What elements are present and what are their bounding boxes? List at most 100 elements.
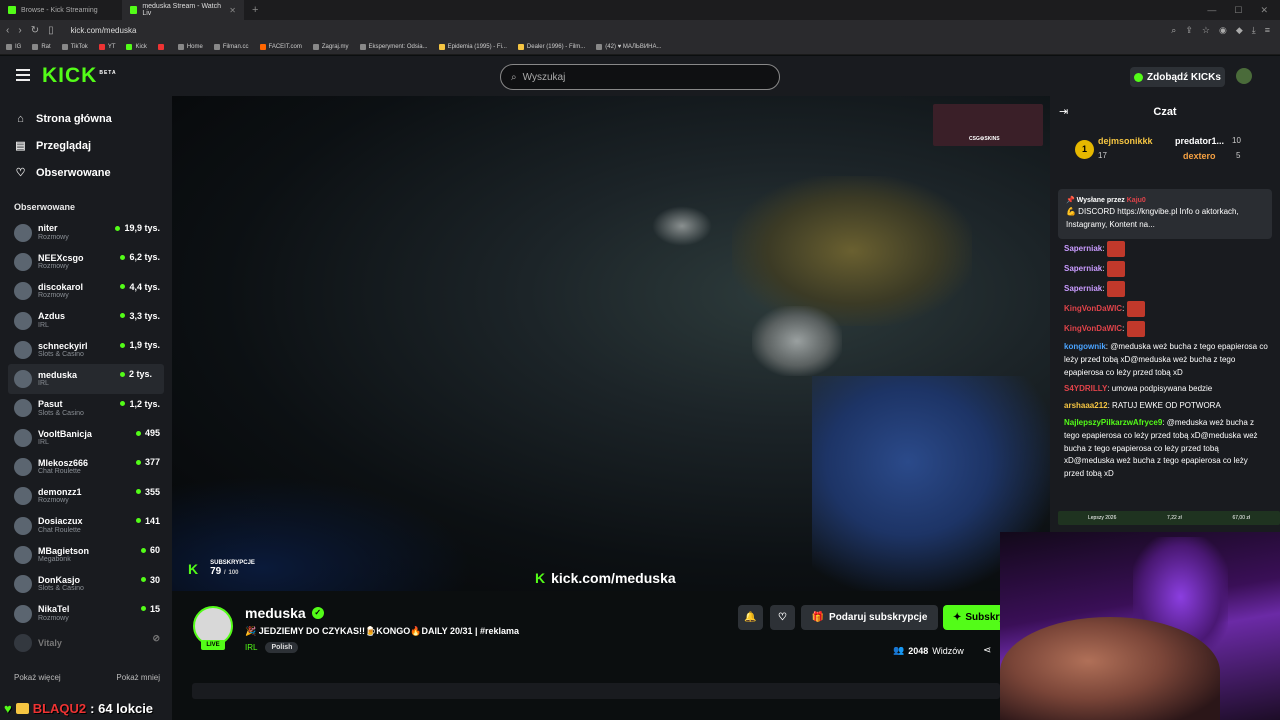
chat-username[interactable]: Saperniak [1064, 244, 1102, 253]
bookmark[interactable]: Eksperyment: Odsia... [359, 44, 428, 50]
back-icon[interactable]: ‹ [6, 25, 9, 36]
notifications-button[interactable]: 🔔 [738, 605, 763, 630]
bookmark[interactable]: IG [6, 44, 21, 50]
prediction-bar[interactable]: Lepszy 2026 7,22 zł 67,00 zł [1058, 511, 1280, 525]
download-icon[interactable]: ⤓ [1252, 25, 1256, 36]
bookmark[interactable]: Rat [32, 44, 51, 50]
sidebar-channel-item[interactable]: niter Rozmowy 19,9 tys. [0, 218, 172, 247]
close-tab-icon[interactable]: ✕ [229, 6, 236, 15]
bookmark[interactable]: Filman.cc [213, 44, 249, 50]
channel-avatar [14, 487, 32, 506]
leaderboard-user[interactable]: predator1... [1175, 136, 1224, 146]
sidebar-channel-item[interactable]: meduska IRL 2 tys. [8, 364, 164, 394]
url-field[interactable]: kick.com/meduska [71, 26, 137, 35]
video-player[interactable] [172, 96, 1050, 591]
browser-tab-active[interactable]: meduska Stream - Watch Liv ✕ [122, 0, 244, 20]
get-kicks-button[interactable]: Zdobądź KICKs [1130, 67, 1225, 87]
channel-viewers: 60 [140, 545, 160, 555]
forward-icon[interactable]: › [18, 25, 21, 36]
viewers-icon: 👥 [893, 645, 905, 655]
extension-icon[interactable]: ◆ [1236, 25, 1243, 36]
chat-username[interactable]: Saperniak [1064, 264, 1102, 273]
leaderboard-user[interactable]: dejmsonikkk [1098, 136, 1153, 146]
star-icon[interactable]: ☆ [1202, 25, 1210, 36]
nav-browse[interactable]: ▤ Przeglądaj [0, 132, 172, 159]
channel-name: schneckyirl [38, 340, 88, 351]
hamburger-menu-icon[interactable] [16, 69, 30, 81]
bookmark[interactable]: Zagraj.my [312, 44, 349, 50]
chat-username[interactable]: arshaaa212 [1064, 401, 1108, 410]
chat-username[interactable]: KingVonDaWIC [1064, 304, 1122, 313]
chat-username[interactable]: KingVonDaWIC [1064, 324, 1122, 333]
show-more-link[interactable]: Pokaż więcej [14, 673, 61, 682]
chat-username[interactable]: NajlepszyPilkarzwAfryce9 [1064, 418, 1162, 427]
channel-avatar [14, 223, 32, 242]
chat-username[interactable]: S4YDRILLY [1064, 384, 1107, 393]
sidebar-channel-item[interactable]: schneckyirl Slots & Casino 1,9 tys. [0, 335, 172, 364]
language-tag[interactable]: Polish [265, 642, 299, 653]
browser-tab[interactable]: Browse - Kick Streaming [0, 0, 122, 20]
sidebar-channel-item[interactable]: NikaTel Rozmowy 15 [0, 599, 172, 628]
sidebar-channel-item[interactable]: Azdus IRL 3,3 tys. [0, 306, 172, 335]
search-input[interactable]: ⌕ Wyszukaj [500, 64, 780, 90]
bookmark[interactable]: Kick [126, 44, 147, 50]
bookmark[interactable] [157, 44, 167, 50]
bookmark[interactable]: FACEIT.com [259, 44, 302, 50]
chat-username[interactable]: kongownik [1064, 342, 1106, 351]
sidebar-channel-item[interactable]: demonzz1 Rozmowy 355 [0, 482, 172, 511]
sponsor-banner[interactable]: CSG⚙SKINS [933, 104, 1043, 146]
live-dot-icon [135, 489, 141, 495]
bookmark[interactable]: TikTok [61, 44, 88, 50]
leaderboard-user[interactable]: dextero [1183, 151, 1216, 161]
gift-subscription-button[interactable]: 🎁 Podaruj subskrypcje [801, 605, 938, 630]
show-less-link[interactable]: Pokaż mniej [116, 673, 160, 682]
share-icon[interactable]: ⇪ [1185, 25, 1193, 36]
tab-label: Browse - Kick Streaming [21, 6, 98, 14]
chat-username[interactable]: Saperniak [1064, 284, 1102, 293]
follow-button[interactable]: ♡ [770, 605, 795, 630]
sidebar-channel-item[interactable]: NEEXcsgo Rozmowy 6,2 tys. [0, 247, 172, 276]
channel-name: Dosiaczux [38, 516, 83, 527]
channel-viewers: 6,2 tys. [120, 252, 160, 262]
category-link[interactable]: IRL [245, 643, 257, 652]
zoom-icon[interactable]: ⌕ [1171, 25, 1176, 36]
user-avatar[interactable] [1236, 68, 1252, 84]
channel-category: Chat Roulette [38, 468, 81, 476]
channel-avatar [14, 458, 32, 477]
bookmark[interactable]: Epidemia (1995) - Fi... [438, 44, 507, 50]
channel-avatar [14, 516, 32, 535]
channel-viewers: 1,2 tys. [120, 399, 160, 409]
minimize-icon[interactable]: — [1207, 5, 1216, 16]
subscription-goal: K SUBSKRYPCJE 79 / 100 [188, 560, 255, 577]
new-tab-button[interactable]: + [244, 4, 266, 16]
sidebar-channel-item[interactable]: DonKasjo Slots & Casino 30 [0, 570, 172, 599]
channel-avatar [14, 311, 32, 330]
kick-logo[interactable]: KICK BETA [42, 64, 117, 88]
bookmark-page-icon[interactable]: ▯ [48, 25, 54, 36]
webcam-overlay [1000, 532, 1280, 720]
pinned-message[interactable]: 📌 Wysłane przez Kaju0 💪 DISCORD https://… [1058, 189, 1272, 239]
reload-icon[interactable]: ↻ [31, 25, 39, 36]
maximize-icon[interactable]: ☐ [1234, 5, 1242, 16]
sidebar-channel-item[interactable]: Pasut Slots & Casino 1,2 tys. [0, 394, 172, 423]
share-icon[interactable]: ⋖ [983, 645, 991, 656]
nav-following[interactable]: ♡ Obserwowane [0, 159, 172, 186]
sidebar-channel-offline[interactable]: Vitaly ⊘ [0, 628, 172, 657]
channel-avatar [14, 633, 32, 652]
close-window-icon[interactable]: ✕ [1260, 5, 1268, 16]
sidebar-channel-item[interactable]: Dosiaczux Chat Roulette 141 [0, 511, 172, 540]
extension-icon[interactable]: ◉ [1219, 25, 1227, 36]
sidebar-channel-item[interactable]: Mlekosz666 Chat Roulette 377 [0, 452, 172, 481]
menu-icon[interactable]: ≡ [1265, 25, 1270, 36]
nav-home[interactable]: ⌂ Strona główna [0, 105, 172, 132]
sidebar-channel-item[interactable]: VooltBanicja IRL 495 [0, 423, 172, 452]
streamer-name[interactable]: meduska ✓ [245, 605, 324, 621]
bookmark[interactable]: Dealer (1996) - Film... [517, 44, 585, 50]
leaderboard-value: 5 [1236, 151, 1241, 160]
collapse-chat-icon[interactable]: ⇥ [1059, 105, 1068, 118]
bookmark[interactable]: (42) ♥ МАЛЬВИНА... [596, 44, 662, 50]
bookmark[interactable]: Home [177, 44, 203, 50]
sidebar-channel-item[interactable]: MBagietson Megabonk 60 [0, 540, 172, 569]
bookmark[interactable]: YT [98, 44, 115, 50]
sidebar-channel-item[interactable]: discokarol Rozmowy 4,4 tys. [0, 277, 172, 306]
